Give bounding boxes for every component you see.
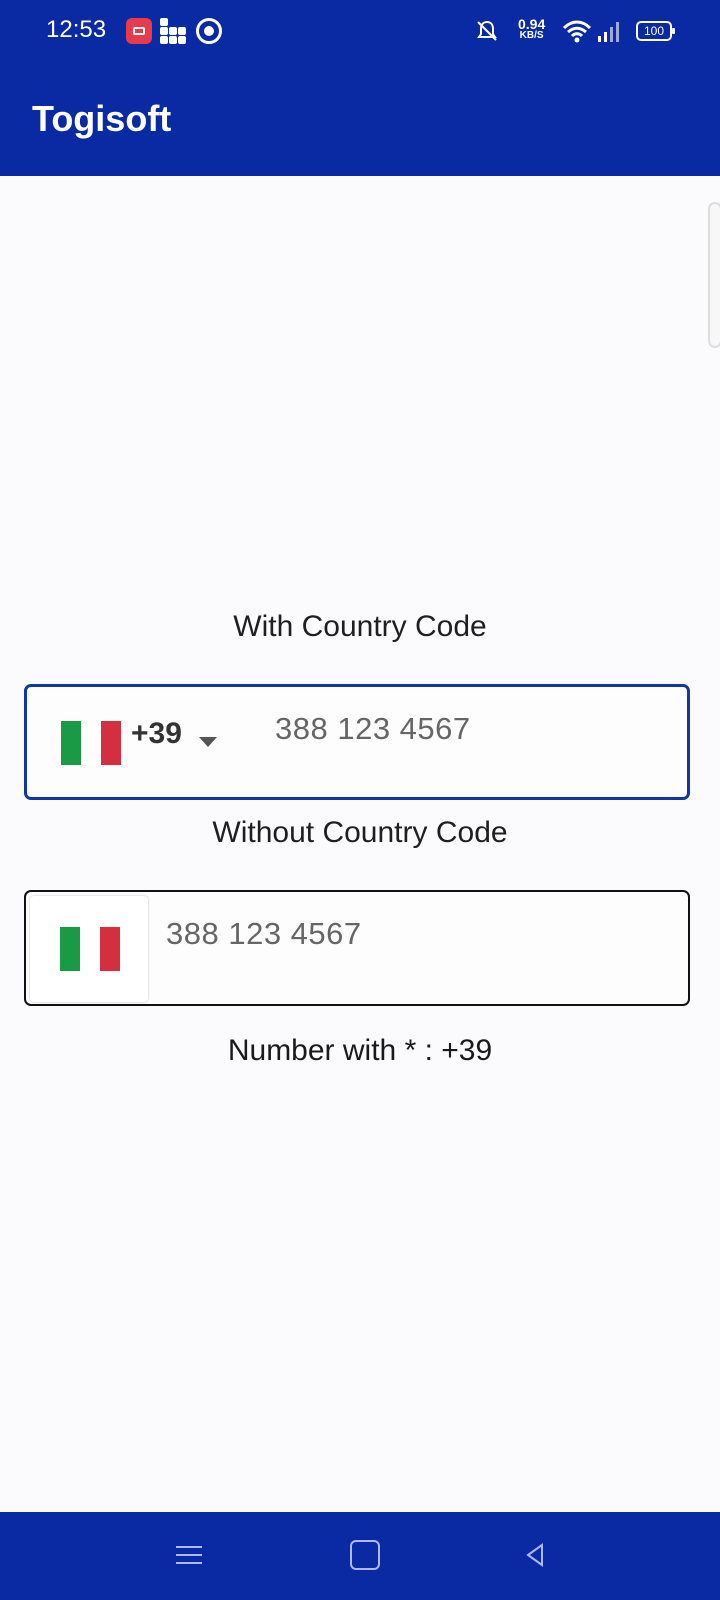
phone-number-placeholder[interactable]: 388 123 4567 — [166, 916, 362, 952]
number-output: Number with * : +39 — [227, 1034, 493, 1067]
with-country-code-label: With Country Code — [233, 610, 487, 643]
chevron-down-icon[interactable] — [199, 737, 217, 747]
screen-record-icon — [126, 18, 152, 44]
phone-number-placeholder[interactable]: 388 123 4567 — [275, 711, 471, 747]
network-speed-unit: KB/S — [519, 30, 544, 41]
top-bar: 12:53 0.94 KB/S 100 Togisoft — [0, 0, 720, 176]
network-speed: 0.94 KB/S — [518, 17, 545, 42]
country-picker[interactable] — [30, 896, 148, 1002]
without-country-code-label: Without Country Code — [212, 816, 508, 849]
grid-app-icon — [160, 18, 186, 44]
home-icon[interactable] — [350, 1540, 380, 1570]
phone-input-without-code[interactable]: 388 123 4567 — [24, 890, 690, 1006]
italy-flag-icon[interactable] — [61, 721, 121, 765]
wifi-icon — [562, 20, 592, 43]
italy-flag-icon — [60, 927, 120, 971]
circle-app-icon — [196, 18, 222, 44]
status-time: 12:53 — [46, 16, 107, 43]
battery-icon: 100 — [636, 21, 675, 41]
mute-icon — [477, 20, 497, 41]
phone-input-with-code[interactable]: +39 388 123 4567 — [24, 684, 690, 800]
menu-icon[interactable] — [176, 1540, 206, 1570]
back-icon[interactable] — [520, 1540, 550, 1570]
status-bar: 12:53 0.94 KB/S 100 — [0, 0, 720, 64]
scroll-indicator[interactable] — [708, 202, 720, 348]
signal-icon — [598, 22, 619, 42]
app-title: Togisoft — [32, 98, 172, 139]
country-code[interactable]: +39 — [131, 717, 182, 751]
navigation-bar — [0, 1512, 720, 1600]
